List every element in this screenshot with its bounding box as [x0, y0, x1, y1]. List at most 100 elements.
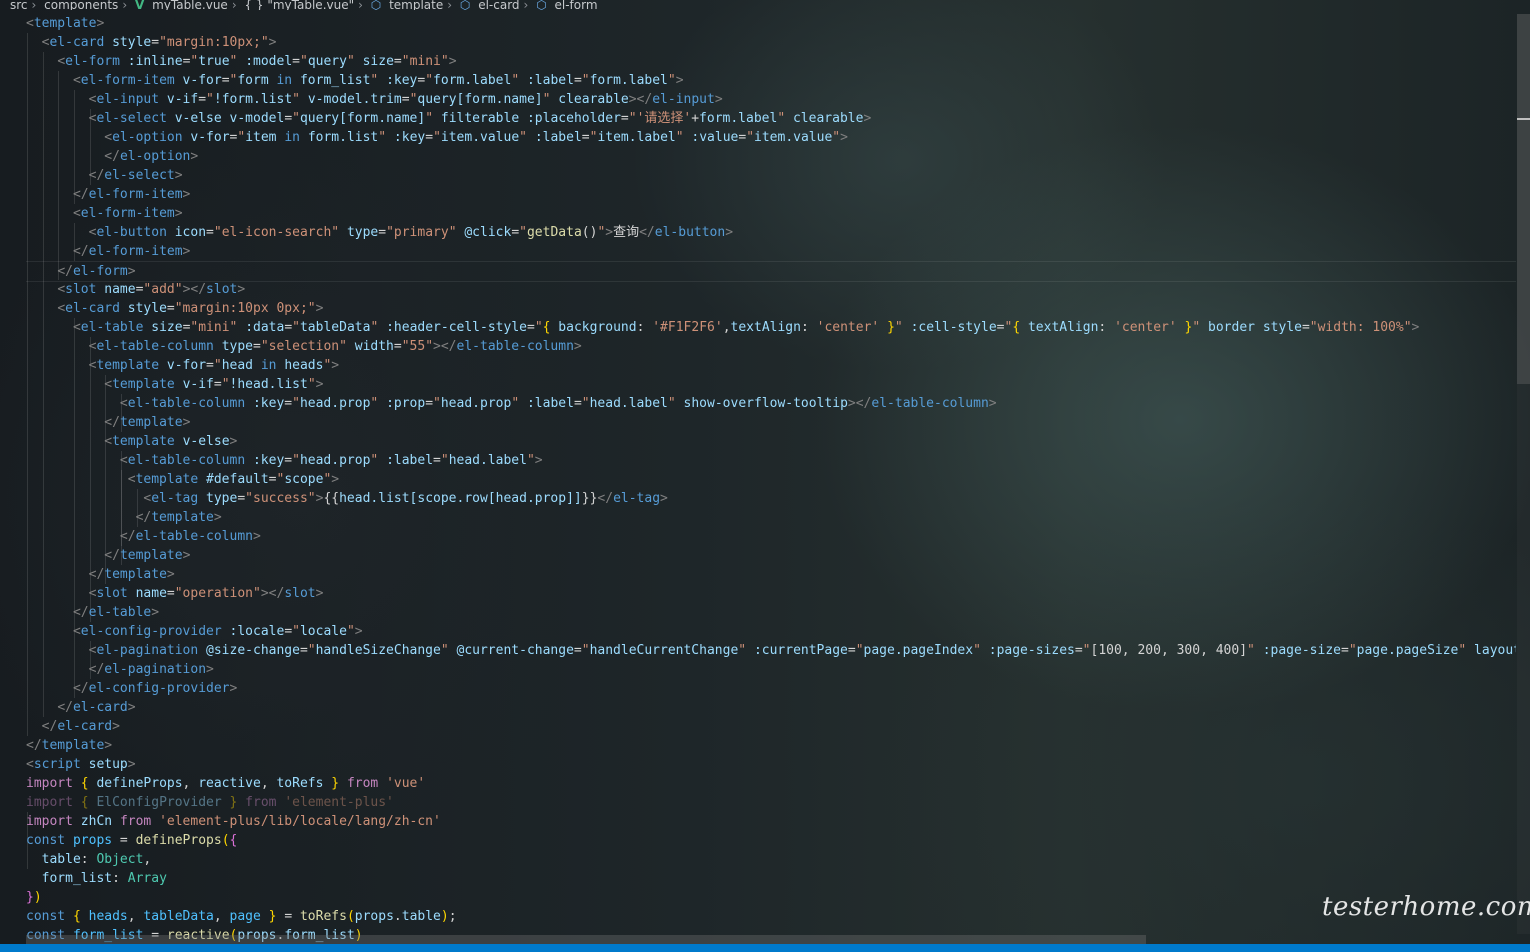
code-line[interactable]: import { ElConfigProvider } from 'elemen…: [26, 793, 1516, 812]
code-line[interactable]: import zhCn from 'element-plus/lib/local…: [26, 812, 1516, 831]
code-line[interactable]: <slot name="add"></slot>: [26, 280, 1516, 299]
code-line[interactable]: <el-config-provider :locale="locale">: [26, 622, 1516, 641]
code-line[interactable]: </el-card>: [26, 698, 1516, 717]
code-line[interactable]: <el-option v-for="item in form.list" :ke…: [26, 128, 1516, 147]
code-line[interactable]: <el-form-item>: [26, 204, 1516, 223]
code-line[interactable]: <el-table-column type="selection" width=…: [26, 337, 1516, 356]
code-line[interactable]: <template v-for="head in heads">: [26, 356, 1516, 375]
code-line[interactable]: </el-table>: [26, 603, 1516, 622]
code-token: size: [151, 320, 183, 335]
code-token: ": [832, 130, 841, 145]
code-token: </: [26, 738, 42, 753]
code-line[interactable]: <el-table size="mini" :data="tableData" …: [26, 318, 1516, 337]
code-token: el-config-provider: [88, 681, 230, 696]
breadcrumb-item-file[interactable]: myTable.vue: [152, 0, 228, 10]
code-line[interactable]: <el-button icon="el-icon-search" type="p…: [26, 223, 1516, 242]
horizontal-scrollbar[interactable]: [26, 935, 1146, 944]
code-token: scope: [284, 472, 324, 487]
code-token: ,: [722, 320, 731, 335]
code-line[interactable]: <el-select v-else v-model="query[form.na…: [26, 109, 1516, 128]
code-token: =: [237, 491, 246, 506]
code-token: el-table-column: [96, 339, 214, 354]
breadcrumb-item-el-card[interactable]: el-card: [478, 0, 519, 10]
breadcrumb-item-components[interactable]: components: [44, 0, 118, 10]
code-token: type: [346, 225, 379, 240]
scrollbar-thumb[interactable]: [1517, 14, 1530, 384]
code-token: :label: [386, 453, 434, 468]
code-token: ": [378, 130, 387, 145]
code-line[interactable]: </el-card>: [26, 717, 1516, 736]
code-line[interactable]: import { defineProps, reactive, toRefs }…: [26, 774, 1516, 793]
code-line[interactable]: </el-form-item>: [26, 185, 1516, 204]
code-line[interactable]: table: Object,: [26, 850, 1516, 869]
code-line[interactable]: <el-form-item v-for="form in form_list" …: [26, 71, 1516, 90]
code-line[interactable]: <el-table-column :key="head.prop" :label…: [26, 451, 1516, 470]
code-token: el-form: [65, 54, 120, 69]
code-token: ElConfigProvider: [96, 795, 222, 810]
code-line[interactable]: </template>: [26, 565, 1516, 584]
code-token: el-form-item: [80, 206, 175, 221]
code-token: </: [57, 700, 73, 715]
code-line[interactable]: <template v-else>: [26, 432, 1516, 451]
code-editor[interactable]: <template> <el-card style="margin:10px;"…: [26, 14, 1516, 952]
code-line[interactable]: <template v-if="!head.list">: [26, 375, 1516, 394]
code-token: import: [26, 795, 73, 810]
code-line[interactable]: <el-tag type="success">{{head.list[scope…: [26, 489, 1516, 508]
code-line[interactable]: </el-option>: [26, 147, 1516, 166]
code-token: el-button: [96, 225, 167, 240]
code-line[interactable]: <el-card style="margin:10px;">: [26, 33, 1516, 52]
code-line[interactable]: </el-select>: [26, 166, 1516, 185]
code-line[interactable]: const { heads, tableData, page } = toRef…: [26, 907, 1516, 926]
code-line[interactable]: </el-table-column>: [26, 527, 1516, 546]
code-token: </: [135, 510, 152, 525]
code-line[interactable]: </template>: [26, 413, 1516, 432]
code-token: template: [112, 377, 175, 392]
code-token: border: [1208, 320, 1255, 335]
code-line[interactable]: <slot name="operation"></slot>: [26, 584, 1516, 603]
code-token: {: [80, 795, 89, 810]
code-line[interactable]: </template>: [26, 508, 1516, 527]
code-line[interactable]: </el-form>: [26, 261, 1516, 282]
code-line[interactable]: const props = defineProps({: [26, 831, 1516, 850]
code-line[interactable]: <el-pagination @size-change="handleSizeC…: [26, 641, 1516, 660]
code-token: (): [581, 225, 598, 240]
code-line[interactable]: <el-form :inline="true" :model="query" s…: [26, 52, 1516, 71]
code-line[interactable]: <script setup>: [26, 755, 1516, 774]
code-line[interactable]: </el-pagination>: [26, 660, 1516, 679]
code-line[interactable]: </el-config-provider>: [26, 679, 1516, 698]
code-line[interactable]: <template>: [26, 14, 1516, 33]
code-token: ": [425, 73, 434, 88]
code-line[interactable]: form_list: Array: [26, 869, 1516, 888]
code-token: =: [847, 643, 856, 658]
code-token: handleCurrentChange: [589, 643, 739, 658]
code-line[interactable]: </template>: [26, 546, 1516, 565]
vertical-scrollbar[interactable]: [1517, 14, 1530, 934]
breadcrumb-item-module[interactable]: { } "myTable.vue": [244, 0, 354, 10]
code-token: "primary": [386, 225, 457, 240]
code-token: =: [573, 73, 582, 88]
code-line[interactable]: </el-form-item>: [26, 242, 1516, 261]
breadcrumb-item-el-form[interactable]: el-form: [555, 0, 598, 10]
code-token: >: [190, 149, 199, 164]
code-line[interactable]: <el-table-column :key="head.prop" :prop=…: [26, 394, 1516, 413]
breadcrumb-item-src[interactable]: src: [10, 0, 28, 10]
code-token: icon: [174, 225, 207, 240]
code-token: Object: [96, 852, 144, 867]
code-line[interactable]: }): [26, 888, 1516, 907]
code-line[interactable]: <el-card style="margin:10px 0px;">: [26, 299, 1516, 318]
breadcrumb-item-template[interactable]: template: [389, 0, 443, 10]
code-line[interactable]: </template>: [26, 736, 1516, 755]
code-token: "width: 100%": [1309, 320, 1412, 335]
code-token: from: [346, 776, 379, 791]
code-line[interactable]: <el-input v-if="!form.list" v-model.trim…: [26, 90, 1516, 109]
code-line[interactable]: <template #default="scope">: [26, 470, 1516, 489]
code-token: :value: [691, 130, 739, 145]
